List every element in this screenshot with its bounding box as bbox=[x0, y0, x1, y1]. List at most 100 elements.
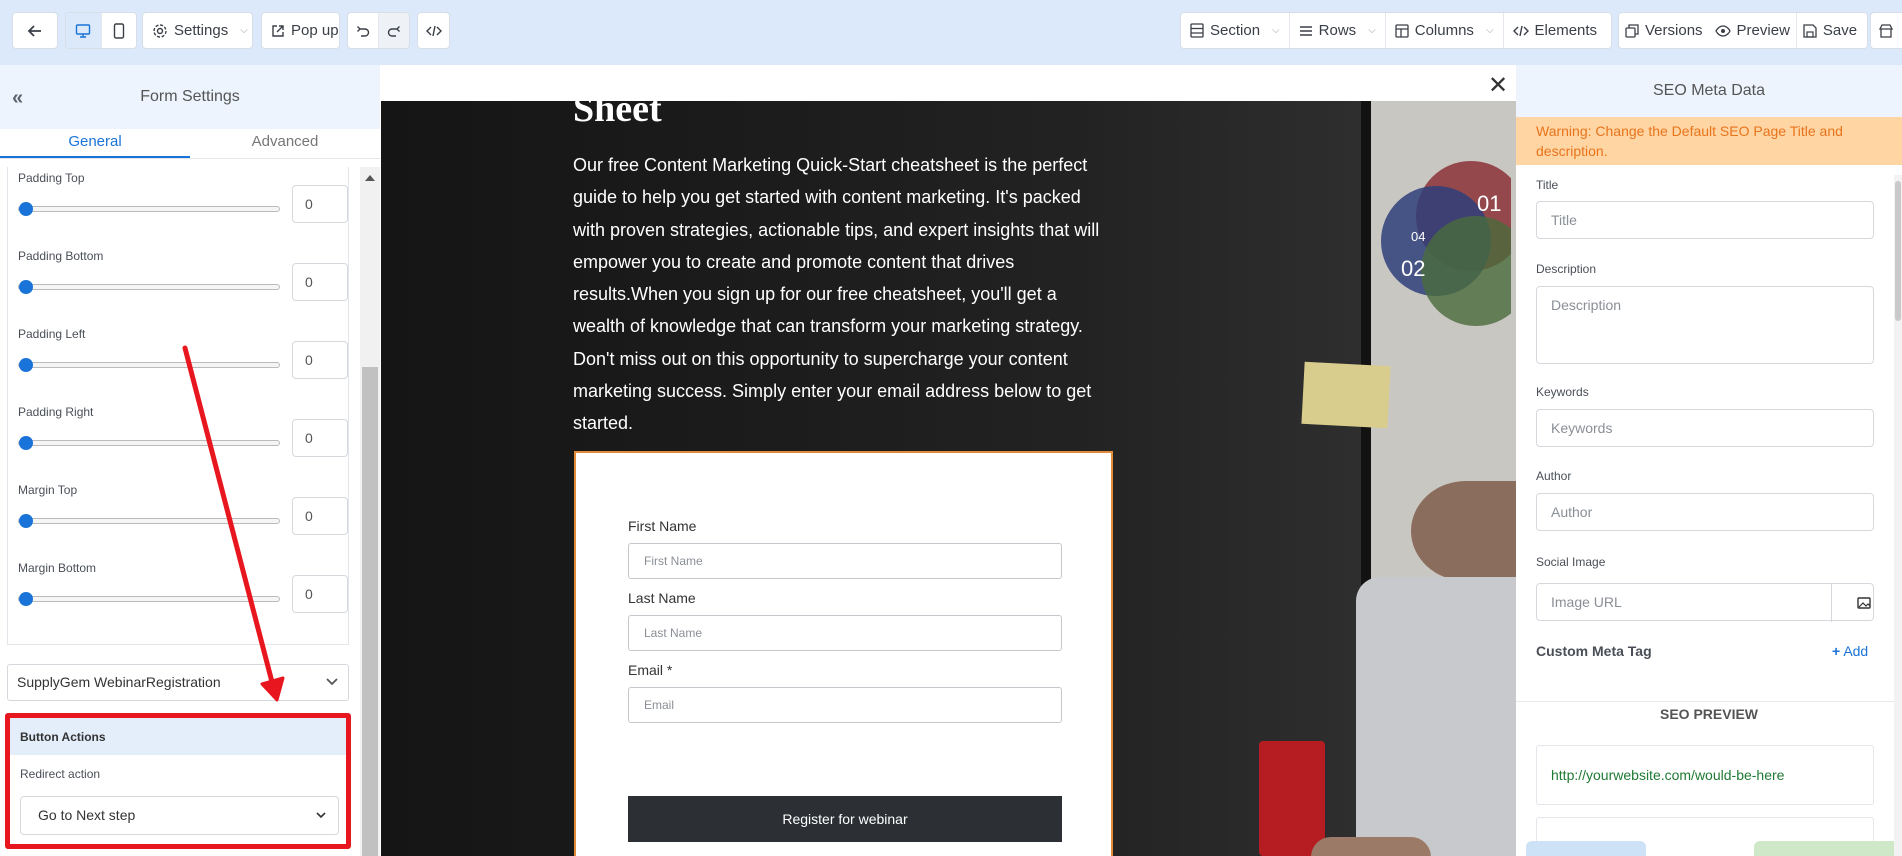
external-link-icon bbox=[272, 24, 284, 37]
padding-left-slider[interactable] bbox=[18, 358, 280, 372]
spacing-settings: Padding Top 0 Padding Bottom 0 Padding L… bbox=[7, 167, 349, 645]
undo-icon bbox=[357, 25, 370, 37]
history-controls bbox=[347, 12, 410, 49]
preview-button[interactable]: Preview bbox=[1709, 13, 1796, 48]
title-input[interactable]: Title bbox=[1536, 201, 1874, 239]
popup-button[interactable]: Pop up bbox=[261, 12, 340, 49]
padding-right-input[interactable]: 0 bbox=[292, 419, 348, 457]
tab-general[interactable]: General bbox=[0, 129, 190, 158]
email-input[interactable]: Email bbox=[628, 687, 1062, 723]
padding-right-slider[interactable] bbox=[18, 436, 280, 450]
description-textarea[interactable]: Description bbox=[1536, 286, 1874, 364]
rows-menu[interactable]: Rows ⌵ bbox=[1288, 13, 1385, 48]
laptop-image bbox=[1356, 577, 1516, 856]
form-select[interactable]: SupplyGem WebinarRegistration bbox=[7, 664, 349, 701]
right-scrollbar[interactable] bbox=[1894, 175, 1902, 856]
slider-knob[interactable] bbox=[19, 280, 33, 294]
form-settings-panel: « Form Settings General Advanced Padding… bbox=[0, 65, 380, 856]
store-icon bbox=[1879, 23, 1893, 38]
tab-advanced[interactable]: Advanced bbox=[190, 129, 380, 158]
margin-top-slider[interactable] bbox=[18, 514, 280, 528]
padding-left-input[interactable]: 0 bbox=[292, 341, 348, 379]
slider-knob[interactable] bbox=[19, 436, 33, 450]
save-button[interactable]: Save bbox=[1795, 13, 1863, 48]
register-button[interactable]: Register for webinar bbox=[628, 796, 1062, 842]
settings-button[interactable]: Settings ⌵ bbox=[142, 12, 253, 49]
seo-action-button[interactable] bbox=[1526, 841, 1646, 856]
scrollbar-thumb[interactable] bbox=[362, 367, 378, 856]
slider-knob[interactable] bbox=[19, 358, 33, 372]
image-picker-button[interactable] bbox=[1831, 584, 1895, 622]
chevron-down-icon bbox=[326, 678, 338, 686]
padding-right-field: Padding Right 0 bbox=[18, 405, 348, 483]
add-meta-label: Add bbox=[1843, 643, 1869, 659]
custom-meta-label: Custom Meta Tag bbox=[1536, 643, 1652, 659]
popup-label: Pop up bbox=[291, 22, 339, 39]
undo-button[interactable] bbox=[348, 13, 378, 48]
close-icon[interactable]: ✕ bbox=[1488, 71, 1508, 100]
registration-form: First Name First Name Last Name Last Nam… bbox=[574, 451, 1113, 856]
slider-knob[interactable] bbox=[19, 592, 33, 606]
mobile-icon bbox=[113, 22, 125, 39]
columns-menu[interactable]: Columns ⌵ bbox=[1384, 13, 1503, 48]
versions-icon bbox=[1625, 23, 1639, 38]
hero-headline: Sheet bbox=[573, 101, 662, 130]
margin-top-input[interactable]: 0 bbox=[292, 497, 348, 535]
image-icon bbox=[1856, 597, 1871, 609]
redirect-action-label: Redirect action bbox=[20, 767, 101, 781]
seo-meta-panel: SEO Meta Data Warning: Change the Defaul… bbox=[1516, 65, 1902, 856]
seo-preview-url: http://yourwebsite.com/would-be-here bbox=[1536, 745, 1874, 805]
padding-left-label: Padding Left bbox=[18, 327, 86, 341]
elements-menu[interactable]: Elements bbox=[1502, 13, 1607, 48]
elements-label: Elements bbox=[1534, 22, 1598, 39]
scrollbar-thumb[interactable] bbox=[1895, 181, 1901, 321]
slider-knob[interactable] bbox=[19, 514, 33, 528]
padding-bottom-field: Padding Bottom 0 bbox=[18, 249, 348, 327]
gear-icon bbox=[153, 23, 167, 38]
padding-top-slider[interactable] bbox=[18, 202, 280, 216]
padding-bottom-slider[interactable] bbox=[18, 280, 280, 294]
last-name-input[interactable]: Last Name bbox=[628, 615, 1062, 651]
code-button[interactable] bbox=[417, 12, 450, 49]
seo-preview-title: SEO PREVIEW bbox=[1659, 706, 1759, 722]
save-icon bbox=[1803, 23, 1817, 38]
columns-icon bbox=[1395, 23, 1409, 38]
padding-bottom-input[interactable]: 0 bbox=[292, 263, 348, 301]
chevron-down-icon: ⌵ bbox=[240, 25, 248, 36]
margin-bottom-input[interactable]: 0 bbox=[292, 575, 348, 613]
device-toggle bbox=[65, 12, 137, 49]
redirect-action-select[interactable]: Go to Next step bbox=[20, 796, 339, 835]
padding-top-input[interactable]: 0 bbox=[292, 185, 348, 223]
left-scrollbar[interactable] bbox=[360, 167, 380, 856]
seo-panel-title: SEO Meta Data bbox=[1516, 65, 1902, 117]
keywords-input[interactable]: Keywords bbox=[1536, 409, 1874, 447]
image-url-placeholder: Image URL bbox=[1551, 594, 1622, 610]
code-icon bbox=[426, 25, 442, 36]
mobile-view-button[interactable] bbox=[100, 13, 136, 48]
collapse-panel-icon[interactable]: « bbox=[12, 87, 23, 110]
eye-icon bbox=[1714, 24, 1731, 37]
desktop-view-button[interactable] bbox=[66, 13, 101, 48]
first-name-input[interactable]: First Name bbox=[628, 543, 1062, 579]
margin-bottom-slider[interactable] bbox=[18, 592, 280, 606]
back-button[interactable] bbox=[12, 12, 58, 49]
slider-knob[interactable] bbox=[19, 202, 33, 216]
versions-button[interactable]: Versions bbox=[1619, 13, 1709, 48]
chevron-down-icon: ⌵ bbox=[1485, 25, 1494, 36]
publish-button[interactable] bbox=[1870, 12, 1902, 49]
redo-button[interactable] bbox=[378, 13, 409, 48]
versions-label: Versions bbox=[1645, 22, 1703, 39]
venn-label-04: 04 bbox=[1411, 229, 1425, 244]
image-url-input[interactable]: Image URL bbox=[1536, 583, 1874, 622]
redirect-action-value: Go to Next step bbox=[38, 807, 136, 823]
margin-top-field: Margin Top 0 bbox=[18, 483, 348, 561]
author-input[interactable]: Author bbox=[1536, 493, 1874, 531]
section-menu[interactable]: Section ⌵ bbox=[1181, 13, 1289, 48]
section-label: Section bbox=[1210, 22, 1261, 39]
hero-paragraph: Our free Content Marketing Quick-Start c… bbox=[573, 155, 1100, 434]
scroll-up-icon[interactable] bbox=[365, 175, 375, 181]
seo-confirm-button[interactable] bbox=[1754, 841, 1902, 856]
button-actions-title: Button Actions bbox=[10, 718, 346, 755]
panel-tabs: General Advanced bbox=[0, 129, 380, 159]
add-meta-button[interactable]: + Add bbox=[1832, 643, 1868, 659]
